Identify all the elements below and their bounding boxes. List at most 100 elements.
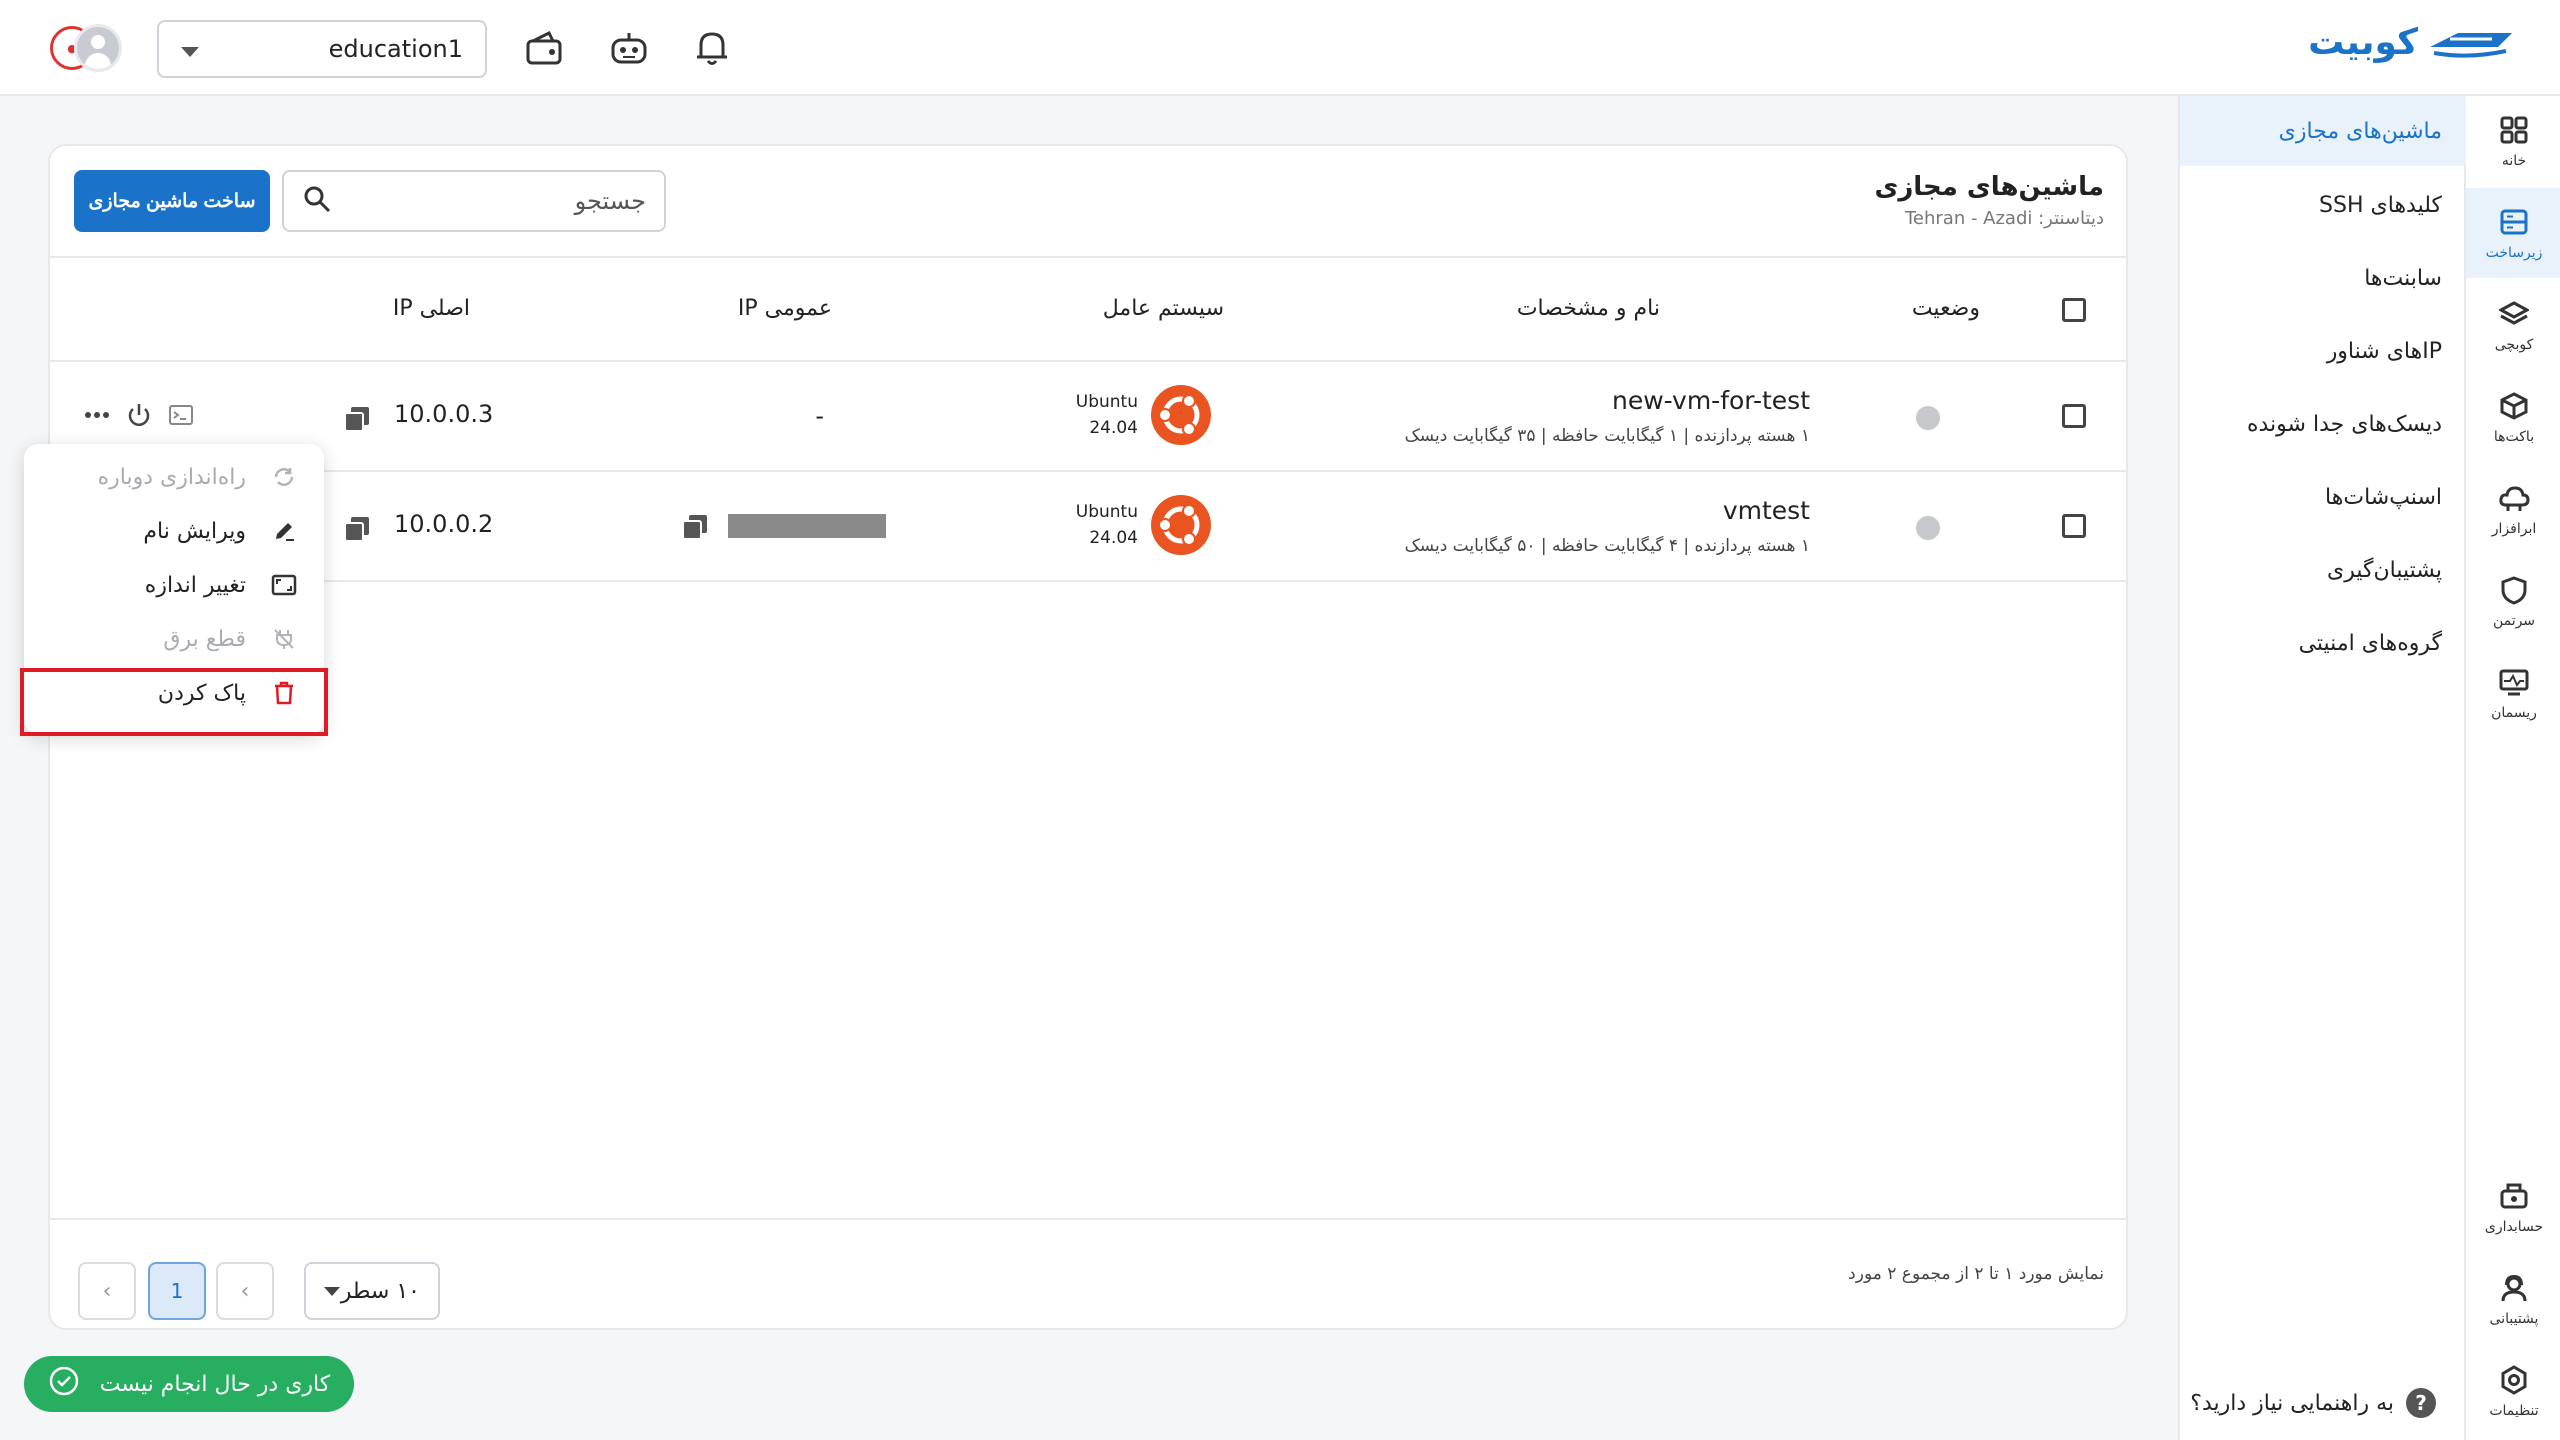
subnav-item-virtual-machines[interactable]: ماشین‌های مجازی [2180, 96, 2466, 166]
resize-icon [270, 571, 298, 599]
private-ip: 10.0.0.2 [394, 510, 494, 538]
menu-item-label: تغییر اندازه [144, 572, 246, 598]
power-off-icon [270, 625, 298, 653]
rail-label: پشتیبانی [2489, 1311, 2539, 1327]
subnav-item-backups[interactable]: پشتیبان‌گیری [2180, 535, 2466, 605]
subnav-item-subnets[interactable]: سابنت‌ها [2180, 243, 2466, 313]
rail-label: سرتمن [2492, 613, 2536, 629]
subnav-item-ssh-keys[interactable]: کلیدهای SSH [2180, 170, 2466, 240]
profile-avatar [74, 24, 122, 72]
vm-name[interactable]: vmtest [1723, 496, 1810, 525]
copy-icon[interactable] [680, 512, 710, 542]
menu-item-rename[interactable]: ویرایش نام [24, 504, 324, 558]
datacenter-label: دیتاسنتر: Tehran - Azadi [1904, 208, 2104, 229]
delete-highlight-box [20, 668, 328, 736]
robot-icon[interactable] [607, 26, 651, 70]
subnav-label: IPهای شناور [2326, 338, 2442, 364]
subnav-item-detachable-disks[interactable]: دیسک‌های جدا شونده [2180, 389, 2466, 459]
prev-page-button[interactable]: ‹ [78, 1262, 136, 1320]
rail-item-kubchi[interactable]: کوبچی [2466, 280, 2560, 370]
copy-icon[interactable] [342, 404, 372, 434]
console-icon[interactable] [168, 402, 194, 432]
workspace-select[interactable]: education1 [157, 20, 487, 78]
icon-rail: خانه زیرساخت کوبچی باکت‌ها ابرافزار سرتم… [2464, 96, 2560, 1440]
power-icon[interactable] [126, 402, 152, 432]
vm-specs: ۱ هسته پردازنده | ۱ گیگابایت حافظه | ۳۵ … [1404, 426, 1810, 446]
rail-item-settings[interactable]: تنظیمات [2466, 1346, 2560, 1436]
column-name: نام و مشخصات [1516, 296, 1660, 321]
rail-item-home[interactable]: خانه [2466, 96, 2560, 186]
rail-item-infrastructure[interactable]: زیرساخت [2466, 188, 2560, 278]
menu-item-label: قطع برق [163, 626, 246, 652]
chevron-down-icon [324, 1286, 340, 1296]
subnav-item-snapshots[interactable]: اسنپ‌شات‌ها [2180, 462, 2466, 532]
search-input[interactable]: جستجو [282, 170, 666, 232]
select-all-checkbox[interactable] [2062, 298, 2086, 322]
subnav-label: کلیدهای SSH [2319, 192, 2442, 218]
rows-per-page-select[interactable]: ۱۰ سطر [304, 1262, 440, 1320]
search-placeholder: جستجو [574, 187, 646, 215]
rail-item-sartaman[interactable]: سرتمن [2466, 556, 2560, 646]
rail-item-accounting[interactable]: حسابداری [2466, 1162, 2560, 1252]
rail-item-buckets[interactable]: باکت‌ها [2466, 372, 2560, 462]
row-checkbox[interactable] [2062, 404, 2086, 428]
rail-item-risman[interactable]: ریسمان [2466, 648, 2560, 738]
rail-label: تنظیمات [2489, 1403, 2539, 1419]
table-row[interactable]: new-vm-for-test ۱ هسته پردازنده | ۱ گیگا… [50, 362, 2126, 472]
rail-label: کوبچی [2494, 337, 2534, 353]
question-icon: ? [2406, 1388, 2436, 1418]
os-version: 24.04 [1089, 418, 1138, 438]
bell-icon[interactable] [690, 26, 734, 70]
table-row[interactable]: vmtest ۱ هسته پردازنده | ۴ گیگابایت حافظ… [50, 472, 2126, 582]
wallet-icon[interactable] [522, 26, 566, 70]
page-button-current[interactable]: 1 [148, 1262, 206, 1320]
copy-icon[interactable] [342, 514, 372, 544]
subnav-label: سابنت‌ها [2364, 265, 2442, 291]
shield-icon [2497, 573, 2531, 607]
layers-icon [2497, 297, 2531, 331]
pagination-info: نمایش مورد ۱ تا ۲ از مجموع ۲ مورد [1848, 1264, 2104, 1284]
subnav-item-security-groups[interactable]: گروه‌های امنیتی [2180, 608, 2466, 678]
vm-name[interactable]: new-vm-for-test [1612, 386, 1810, 415]
accounting-icon [2497, 1179, 2531, 1213]
help-link[interactable]: ? به راهنمایی نیاز دارید؟ [2190, 1388, 2436, 1418]
grid-icon [2497, 113, 2531, 147]
table-footer: نمایش مورد ۱ تا ۲ از مجموع ۲ مورد ۱۰ سطر… [50, 1218, 2126, 1328]
subnav-label: ماشین‌های مجازی [2278, 118, 2442, 144]
vm-specs: ۱ هسته پردازنده | ۴ گیگابایت حافظه | ۵۰ … [1404, 536, 1810, 556]
menu-item-label: راه‌اندازی دوباره [97, 464, 246, 490]
os-name: Ubuntu [1075, 502, 1138, 522]
rail-label: خانه [2501, 153, 2527, 169]
app-logo[interactable]: کوبیت [2308, 22, 2514, 63]
card-header: ماشین‌های مجازی دیتاسنتر: Tehran - Azadi… [50, 146, 2126, 258]
user-avatar[interactable]: ● [48, 20, 124, 76]
more-icon[interactable] [84, 402, 110, 432]
pencil-icon [270, 517, 298, 545]
menu-item-restart[interactable]: راه‌اندازی دوباره [24, 450, 324, 504]
rail-item-cloudware[interactable]: ابرافزار [2466, 464, 2560, 554]
column-public-ip: IP عمومی [737, 296, 832, 321]
workspace-value: education1 [328, 35, 463, 63]
create-vm-button[interactable]: ساخت ماشین مجازی [74, 170, 270, 232]
rows-per-page-value: ۱۰ سطر [340, 1278, 420, 1304]
gear-icon [2497, 1363, 2531, 1397]
monitor-icon [2497, 665, 2531, 699]
os-text: Ubuntu 24.04 [1076, 389, 1138, 441]
ubuntu-icon [1151, 495, 1211, 555]
os-cell: Ubuntu 24.04 [1076, 494, 1212, 556]
rail-item-support[interactable]: پشتیبانی [2466, 1254, 2560, 1344]
row-checkbox[interactable] [2062, 514, 2086, 538]
menu-item-resize[interactable]: تغییر اندازه [24, 558, 324, 612]
rail-label: ابرافزار [2491, 521, 2537, 537]
virtual-machines-card: ماشین‌های مجازی دیتاسنتر: Tehran - Azadi… [48, 144, 2128, 1330]
chevron-left-icon: ‹ [240, 1278, 250, 1304]
os-name: Ubuntu [1075, 392, 1138, 412]
public-ip: - [815, 402, 824, 430]
next-page-button[interactable]: ‹ [216, 1262, 274, 1320]
check-circle-icon [48, 1365, 80, 1403]
os-cell: Ubuntu 24.04 [1076, 384, 1212, 446]
menu-item-power-off[interactable]: قطع برق [24, 612, 324, 666]
os-version: 24.04 [1089, 528, 1138, 548]
private-ip: 10.0.0.3 [394, 400, 494, 428]
subnav-item-floating-ips[interactable]: IPهای شناور [2180, 316, 2466, 386]
